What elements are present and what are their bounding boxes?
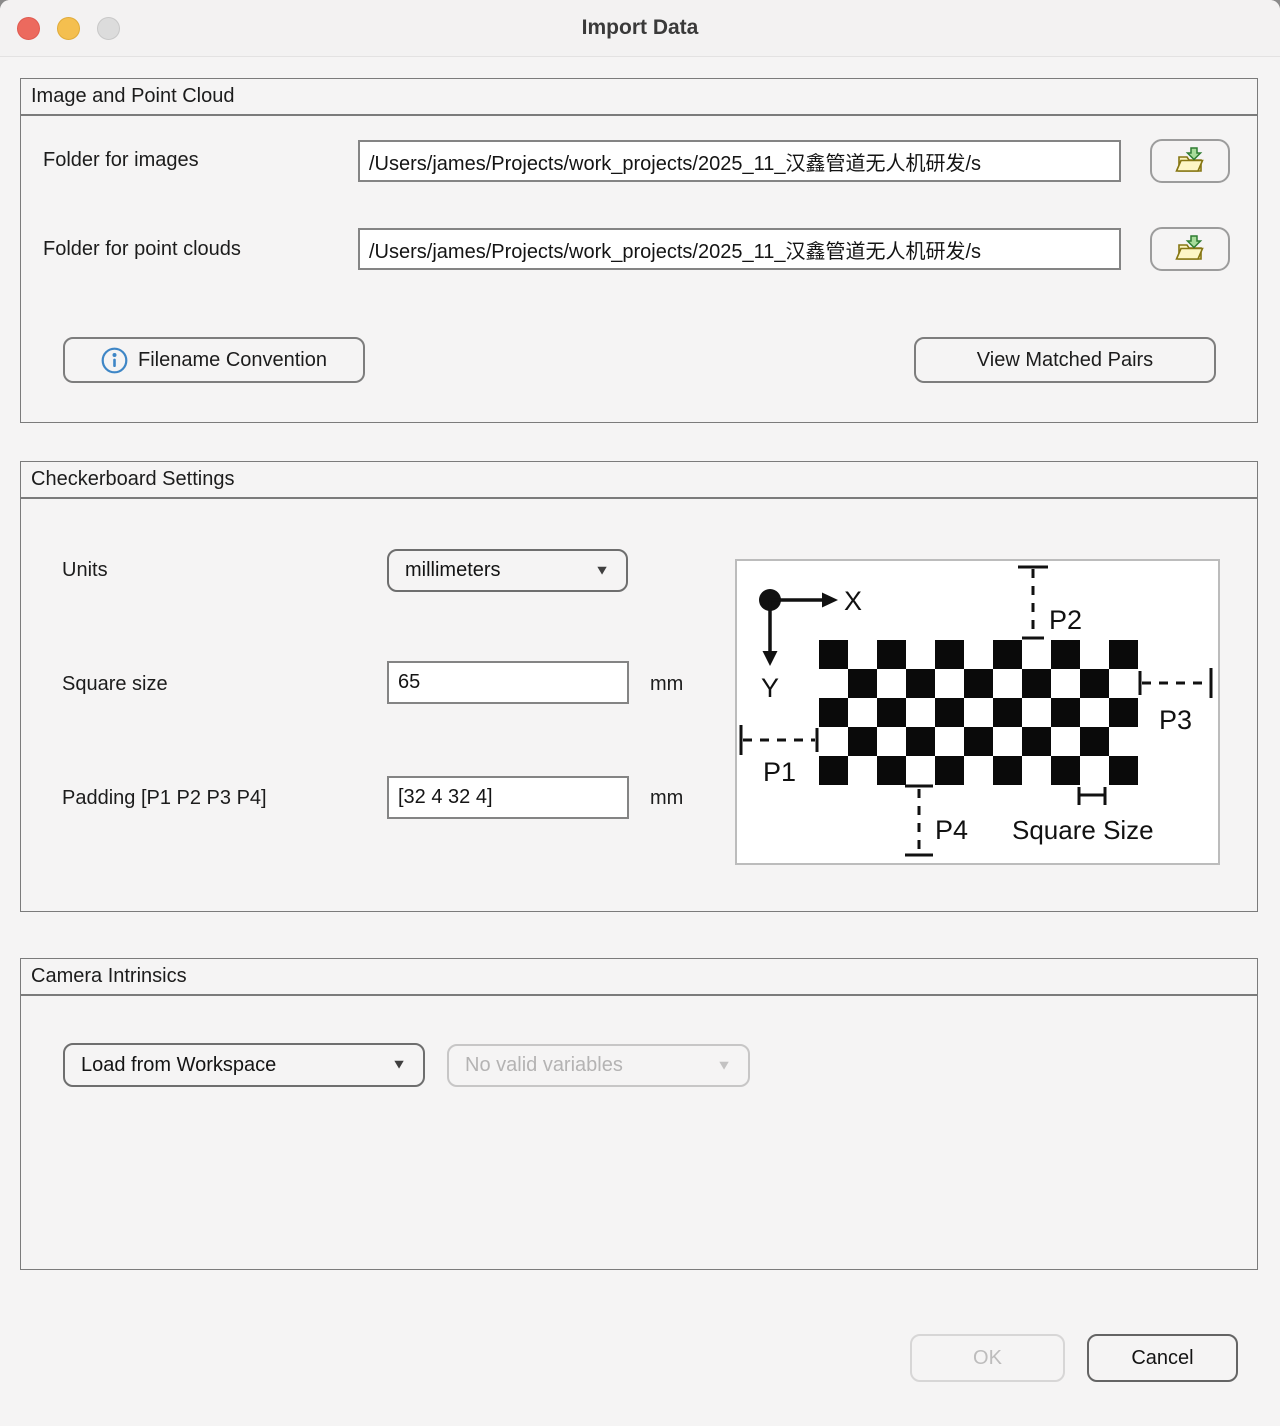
square-size-unit: mm — [650, 673, 683, 696]
filename-convention-button[interactable]: Filename Convention — [63, 337, 365, 383]
p1-label: P1 — [763, 757, 796, 787]
padding-input[interactable] — [387, 776, 629, 819]
import-data-dialog: Import Data Image and Point Cloud Folder… — [0, 0, 1280, 1426]
checkerboard-diagram: X Y P2 P3 — [735, 559, 1220, 865]
section-title: Camera Intrinsics — [20, 958, 1258, 995]
browse-point-clouds-folder-button[interactable] — [1150, 227, 1230, 271]
chevron-down-icon: ▼ — [716, 1058, 732, 1073]
units-dropdown[interactable]: millimeters ▼ — [387, 549, 628, 592]
x-axis-label: X — [844, 586, 862, 616]
intrinsics-source-dropdown[interactable]: Load from Workspace ▼ — [63, 1043, 425, 1087]
square-size-caption: Square Size — [1012, 815, 1154, 845]
open-folder-icon — [1174, 235, 1206, 263]
ok-button: OK — [910, 1334, 1065, 1382]
ok-button-label: OK — [973, 1347, 1002, 1370]
section-body: Units millimeters ▼ Square size mm Paddi… — [20, 498, 1258, 912]
square-size-input[interactable] — [387, 661, 629, 704]
cancel-button[interactable]: Cancel — [1087, 1334, 1238, 1382]
units-label: Units — [62, 559, 108, 582]
chevron-down-icon: ▼ — [594, 563, 610, 578]
intrinsics-variables-dropdown: No valid variables ▼ — [447, 1044, 750, 1087]
section-body: Load from Workspace ▼ No valid variables… — [20, 995, 1258, 1270]
folder-for-point-clouds-input[interactable] — [358, 228, 1121, 270]
chevron-down-icon: ▼ — [391, 1057, 407, 1072]
view-matched-pairs-label: View Matched Pairs — [977, 349, 1153, 372]
y-axis-arrow-icon — [763, 651, 778, 666]
folder-for-images-label: Folder for images — [43, 149, 199, 172]
section-title: Image and Point Cloud — [20, 78, 1258, 115]
units-dropdown-value: millimeters — [405, 559, 501, 582]
section-title: Checkerboard Settings — [20, 461, 1258, 498]
x-axis-arrow-icon — [822, 593, 838, 608]
checkerboard-pattern — [819, 640, 1138, 785]
y-axis-label: Y — [761, 673, 779, 703]
p3-label: P3 — [1159, 705, 1192, 735]
titlebar: Import Data — [0, 0, 1280, 57]
open-folder-icon — [1174, 147, 1206, 175]
section-checkerboard-settings: Checkerboard Settings Units millimeters … — [20, 461, 1258, 912]
square-size-label: Square size — [62, 673, 168, 696]
folder-for-point-clouds-label: Folder for point clouds — [43, 238, 241, 261]
p2-label: P2 — [1049, 605, 1082, 635]
window-title: Import Data — [0, 0, 1280, 56]
intrinsics-source-value: Load from Workspace — [81, 1054, 276, 1077]
browse-images-folder-button[interactable] — [1150, 139, 1230, 183]
section-image-and-point-cloud: Image and Point Cloud Folder for images … — [20, 78, 1258, 423]
folder-for-images-input[interactable] — [358, 140, 1121, 182]
section-camera-intrinsics: Camera Intrinsics Load from Workspace ▼ … — [20, 958, 1258, 1270]
padding-label: Padding [P1 P2 P3 P4] — [62, 787, 267, 810]
view-matched-pairs-button[interactable]: View Matched Pairs — [914, 337, 1216, 383]
section-body: Folder for images Folder for point cloud… — [20, 115, 1258, 423]
cancel-button-label: Cancel — [1131, 1347, 1193, 1370]
p4-label: P4 — [935, 815, 968, 845]
intrinsics-variables-value: No valid variables — [465, 1054, 623, 1077]
info-icon — [101, 347, 128, 374]
filename-convention-label: Filename Convention — [138, 349, 327, 372]
padding-unit: mm — [650, 787, 683, 810]
